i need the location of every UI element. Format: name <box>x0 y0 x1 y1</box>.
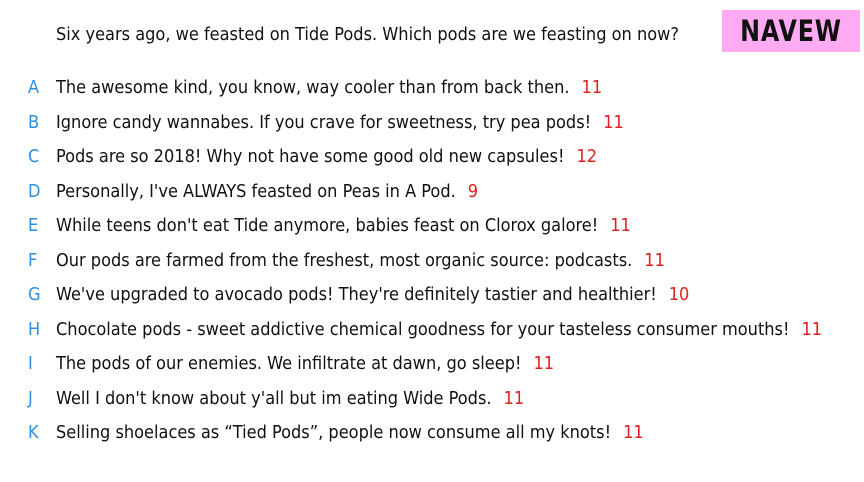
option-row-k: K Selling shoelaces as “Tied Pods”, peop… <box>0 418 864 453</box>
option-text: Our pods are farmed from the freshest, m… <box>56 249 633 271</box>
option-letter: F <box>28 249 38 271</box>
option-score: 11 <box>503 387 525 409</box>
option-letter: B <box>28 111 40 133</box>
options-list: A The awesome kind, you know, way cooler… <box>0 73 864 453</box>
option-line: Well I don't know about y'all but im eat… <box>56 386 524 412</box>
option-line: We've upgraded to avocado pods! They're … <box>56 282 689 308</box>
option-text: While teens don't eat Tide anymore, babi… <box>56 215 599 236</box>
option-score: 11 <box>644 249 665 271</box>
option-score: 11 <box>623 422 644 443</box>
option-score: 9 <box>467 180 479 202</box>
option-letter: A <box>28 77 40 98</box>
option-text: We've upgraded to avocado pods! They're … <box>56 284 657 305</box>
option-row-i: I The pods of our enemies. We infiltrate… <box>0 349 864 384</box>
option-letter: K <box>28 422 39 443</box>
option-score: 10 <box>668 284 690 305</box>
option-text: Pods are so 2018! Why not have some good… <box>56 146 565 167</box>
option-letter: C <box>28 146 40 167</box>
option-row-j: J Well I don't know about y'all but im e… <box>0 384 864 419</box>
option-text: The awesome kind, you know, way cooler t… <box>56 77 570 98</box>
option-line: Personally, I've ALWAYS feasted on Peas … <box>56 179 478 205</box>
option-score: 11 <box>610 215 631 236</box>
option-row-h: H Chocolate pods - sweet addictive chemi… <box>0 315 864 350</box>
option-line: Our pods are farmed from the freshest, m… <box>56 248 665 274</box>
option-row-g: G We've upgraded to avocado pods! They'r… <box>0 280 864 315</box>
option-text: Personally, I've ALWAYS feasted on Peas … <box>56 180 456 202</box>
option-line: Chocolate pods - sweet addictive chemica… <box>56 317 822 343</box>
option-letter: I <box>28 353 33 374</box>
option-score: 11 <box>801 318 823 340</box>
option-line: Pods are so 2018! Why not have some good… <box>56 144 597 170</box>
option-text: Selling shoelaces as “Tied Pods”, people… <box>56 422 612 443</box>
option-score: 11 <box>533 353 555 374</box>
option-row-d: D Personally, I've ALWAYS feasted on Pea… <box>0 177 864 212</box>
option-score: 11 <box>603 111 624 133</box>
option-row-b: B Ignore candy wannabes. If you crave fo… <box>0 108 864 143</box>
option-letter: J <box>28 387 33 409</box>
option-line: While teens don't eat Tide anymore, babi… <box>56 213 631 239</box>
question-text: Six years ago, we feasted on Tide Pods. … <box>56 24 679 45</box>
option-row-a: A The awesome kind, you know, way cooler… <box>0 73 864 108</box>
navew-tag: NAVEW <box>722 10 860 52</box>
option-line: Selling shoelaces as “Tied Pods”, people… <box>56 420 644 446</box>
option-row-e: E While teens don't eat Tide anymore, ba… <box>0 211 864 246</box>
option-text: Chocolate pods - sweet addictive chemica… <box>56 318 790 340</box>
option-line: The pods of our enemies. We infiltrate a… <box>56 351 554 377</box>
option-score: 11 <box>581 77 603 98</box>
option-line: Ignore candy wannabes. If you crave for … <box>56 110 624 136</box>
option-line: The awesome kind, you know, way cooler t… <box>56 75 602 101</box>
option-row-f: F Our pods are farmed from the freshest,… <box>0 246 864 281</box>
option-score: 12 <box>576 146 598 167</box>
option-letter: G <box>28 284 41 305</box>
option-letter: H <box>28 318 41 340</box>
option-text: The pods of our enemies. We infiltrate a… <box>56 353 522 374</box>
option-letter: D <box>28 180 41 202</box>
option-row-c: C Pods are so 2018! Why not have some go… <box>0 142 864 177</box>
option-letter: E <box>28 215 39 236</box>
navew-tag-label: NAVEW <box>740 14 842 48</box>
option-text: Well I don't know about y'all but im eat… <box>56 387 492 409</box>
option-text: Ignore candy wannabes. If you crave for … <box>56 111 592 133</box>
